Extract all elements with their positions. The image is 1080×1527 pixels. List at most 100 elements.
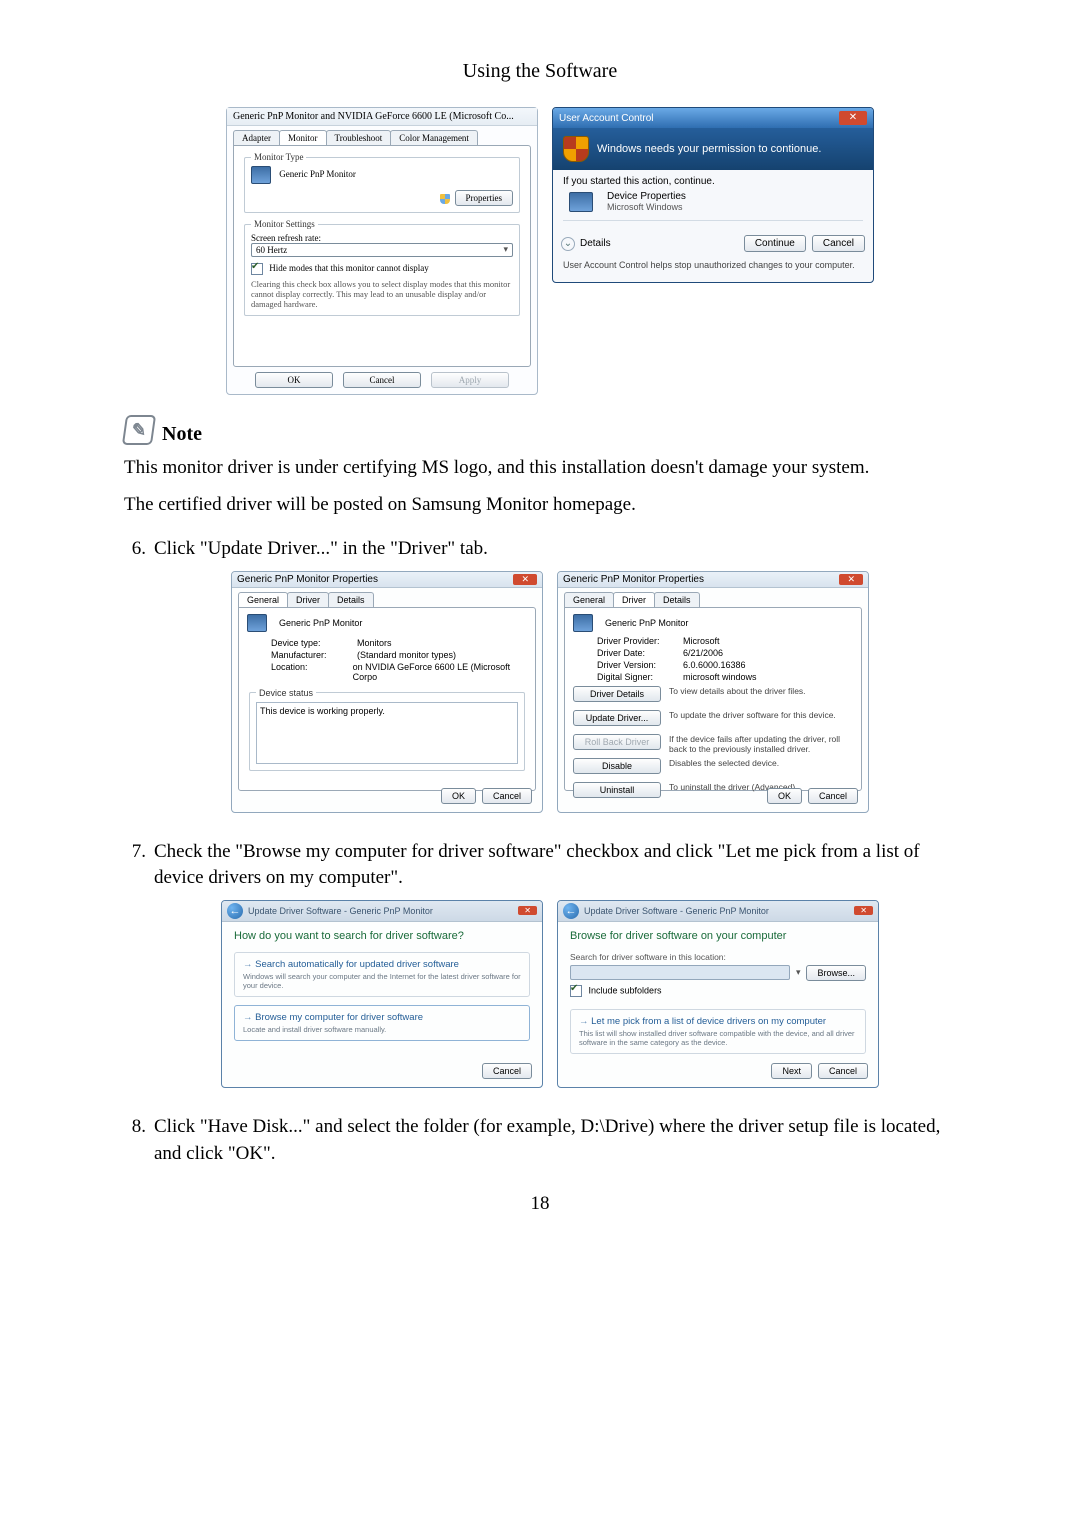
cancel-button[interactable]: Cancel: [482, 788, 532, 804]
uac-item-name: Device Properties: [607, 191, 686, 202]
update-driver-desc: To update the driver software for this d…: [669, 710, 853, 730]
shield-mini-icon: [440, 194, 450, 204]
option-let-me-pick-title: Let me pick from a list of device driver…: [579, 1016, 857, 1027]
back-icon[interactable]: ←: [563, 903, 579, 919]
uac-started-text: If you started this action, continue.: [563, 176, 863, 187]
driver-details-desc: To view details about the driver files.: [669, 686, 853, 706]
monitor-properties-driver-window: Generic PnP Monitor Properties ✕ General…: [557, 571, 869, 813]
apply-button[interactable]: Apply: [431, 372, 509, 388]
close-icon[interactable]: ✕: [839, 111, 867, 125]
monitor-properties-title: Generic PnP Monitor Properties: [563, 574, 704, 585]
figure-row-2: Generic PnP Monitor Properties ✕ General…: [130, 571, 970, 813]
monitor-icon: [251, 166, 271, 184]
cancel-button[interactable]: Cancel: [818, 1063, 868, 1079]
details-tab[interactable]: Details: [654, 592, 700, 607]
close-icon[interactable]: ✕: [513, 574, 537, 585]
option-search-auto[interactable]: Search automatically for updated driver …: [234, 952, 530, 997]
monitor-settings-label: Monitor Settings: [251, 219, 318, 229]
uac-item-publisher: Microsoft Windows: [607, 202, 686, 212]
location-label: Location:: [271, 662, 347, 682]
device-status-value: This device is working properly.: [256, 702, 518, 764]
uac-banner: Windows needs your permission to contion…: [553, 128, 873, 170]
wizard-question: Browse for driver software on your compu…: [570, 930, 866, 942]
wizard-crumb: Update Driver Software - Generic PnP Mon…: [584, 906, 769, 916]
update-driver-button[interactable]: Update Driver...: [573, 710, 661, 726]
display-properties-tabs: Adapter Monitor Troubleshoot Color Manag…: [227, 126, 537, 145]
disable-desc: Disables the selected device.: [669, 758, 853, 778]
ok-button[interactable]: OK: [441, 788, 476, 804]
cancel-button[interactable]: Cancel: [482, 1063, 532, 1079]
device-name: Generic PnP Monitor: [279, 618, 362, 628]
step-6: Click "Update Driver..." in the "Driver"…: [110, 528, 970, 571]
general-tab[interactable]: General: [564, 592, 614, 607]
device-icon: [569, 192, 593, 212]
driver-version-label: Driver Version:: [597, 660, 677, 670]
continue-button[interactable]: Continue: [744, 235, 806, 252]
uac-details-toggle[interactable]: Details: [580, 238, 611, 249]
driver-date-label: Driver Date:: [597, 648, 677, 658]
driver-provider-value: Microsoft: [683, 636, 720, 646]
option-browse-title: Browse my computer for driver software: [243, 1012, 521, 1023]
include-subfolders-label: Include subfolders: [589, 985, 662, 995]
disable-button[interactable]: Disable: [573, 758, 661, 774]
troubleshoot-tab[interactable]: Troubleshoot: [326, 130, 392, 145]
color-management-tab[interactable]: Color Management: [390, 130, 478, 145]
manufacturer-label: Manufacturer:: [271, 650, 351, 660]
uac-banner-text: Windows needs your permission to contion…: [597, 143, 821, 155]
monitor-icon: [247, 614, 267, 632]
figure-row-1: Generic PnP Monitor and NVIDIA GeForce 6…: [130, 107, 970, 395]
option-browse[interactable]: Browse my computer for driver software L…: [234, 1005, 530, 1041]
driver-tab[interactable]: Driver: [613, 592, 655, 607]
hide-modes-checkbox[interactable]: [251, 263, 263, 275]
cancel-button[interactable]: Cancel: [812, 235, 865, 252]
browse-button[interactable]: Browse...: [806, 965, 866, 981]
hide-modes-label: Hide modes that this monitor cannot disp…: [269, 263, 428, 273]
page-number: 18: [0, 1193, 1080, 1215]
manufacturer-value: (Standard monitor types): [357, 650, 456, 660]
monitor-properties-title: Generic PnP Monitor Properties: [237, 574, 378, 585]
wizard-crumb: Update Driver Software - Generic PnP Mon…: [248, 906, 433, 916]
cancel-button[interactable]: Cancel: [808, 788, 858, 804]
device-type-label: Device type:: [271, 638, 351, 648]
chevron-down-icon[interactable]: ⌄: [561, 237, 575, 251]
option-search-auto-sub: Windows will search your computer and th…: [243, 972, 521, 990]
back-icon[interactable]: ←: [227, 903, 243, 919]
monitor-type-label: Monitor Type: [251, 152, 306, 162]
driver-details-button[interactable]: Driver Details: [573, 686, 661, 702]
digital-signer-label: Digital Signer:: [597, 672, 677, 682]
driver-provider-label: Driver Provider:: [597, 636, 677, 646]
update-driver-wizard-1: ← Update Driver Software - Generic PnP M…: [221, 900, 543, 1088]
location-input[interactable]: [570, 965, 790, 980]
location-value: on NVIDIA GeForce 6600 LE (Microsoft Cor…: [353, 662, 527, 682]
option-let-me-pick[interactable]: Let me pick from a list of device driver…: [570, 1009, 866, 1054]
monitor-type-value: Generic PnP Monitor: [279, 169, 356, 179]
driver-version-value: 6.0.6000.16386: [683, 660, 746, 670]
ok-button[interactable]: OK: [255, 372, 333, 388]
close-icon[interactable]: ✕: [518, 906, 537, 915]
monitor-tab[interactable]: Monitor: [279, 130, 327, 145]
close-icon[interactable]: ✕: [854, 906, 873, 915]
ok-button[interactable]: OK: [767, 788, 802, 804]
properties-button[interactable]: Properties: [455, 190, 514, 206]
figure-row-3: ← Update Driver Software - Generic PnP M…: [130, 900, 970, 1088]
uac-title: User Account Control: [559, 113, 654, 124]
monitor-properties-general-window: Generic PnP Monitor Properties ✕ General…: [231, 571, 543, 813]
next-button[interactable]: Next: [771, 1063, 812, 1079]
general-tab[interactable]: General: [238, 592, 288, 607]
step-7: Check the "Browse my computer for driver…: [110, 831, 970, 900]
details-tab[interactable]: Details: [328, 592, 374, 607]
include-subfolders-checkbox[interactable]: [570, 985, 582, 997]
step-8: Click "Have Disk..." and select the fold…: [110, 1106, 970, 1175]
cancel-button[interactable]: Cancel: [343, 372, 421, 388]
adapter-tab[interactable]: Adapter: [233, 130, 280, 145]
wizard-question: How do you want to search for driver sof…: [234, 930, 530, 942]
uninstall-button[interactable]: Uninstall: [573, 782, 661, 798]
refresh-rate-select[interactable]: 60 Hertz: [251, 243, 513, 257]
display-properties-title: Generic PnP Monitor and NVIDIA GeForce 6…: [227, 108, 537, 126]
driver-tab[interactable]: Driver: [287, 592, 329, 607]
note-text-2: The certified driver will be posted on S…: [124, 492, 956, 519]
hide-modes-description: Clearing this check box allows you to se…: [251, 279, 513, 309]
uac-help-text: User Account Control helps stop unauthor…: [553, 258, 873, 278]
close-icon[interactable]: ✕: [839, 574, 863, 585]
rollback-driver-button[interactable]: Roll Back Driver: [573, 734, 661, 750]
